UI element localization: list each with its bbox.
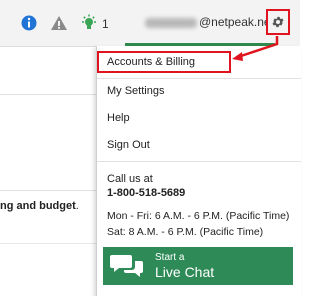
chat-button-label: Live Chat (155, 264, 215, 280)
content-divider (0, 243, 96, 244)
call-us-label: Call us at (107, 173, 153, 185)
support-hours-weekday: Mon - Fri: 6 A.M. - 6 P.M. (Pacific Time… (107, 210, 290, 222)
info-circle-icon[interactable] (20, 14, 38, 32)
lightbulb-icon[interactable] (80, 14, 98, 32)
menu-divider (97, 78, 301, 79)
user-email[interactable]: @netpeak.net (145, 15, 274, 29)
chat-button-caption: Start a (155, 252, 185, 263)
support-phone[interactable]: 1-800-518-5689 (107, 187, 185, 199)
blurred-username (145, 17, 197, 28)
content-divider (0, 94, 96, 95)
live-chat-button[interactable]: Start a Live Chat (103, 247, 293, 285)
user-email-domain: @netpeak.net (199, 15, 274, 29)
menu-item-my-settings[interactable]: My Settings (107, 85, 164, 97)
settings-button[interactable] (266, 9, 290, 35)
page-text-fragment: ng and budget. (0, 200, 79, 212)
menu-divider (97, 161, 301, 162)
menu-item-sign-out[interactable]: Sign Out (107, 139, 150, 151)
content-divider (0, 190, 96, 191)
top-header: 1 @netpeak.net (0, 0, 300, 47)
settings-dropdown-menu: Accounts & Billing My Settings Help Sign… (96, 46, 301, 296)
menu-item-accounts-billing[interactable]: Accounts & Billing (107, 56, 195, 68)
support-hours-saturday: Sat: 8 A.M. - 6 P.M. (Pacific Time) (107, 226, 264, 238)
notification-count: 1 (102, 17, 109, 31)
menu-item-help[interactable]: Help (107, 112, 130, 124)
warning-triangle-icon[interactable] (50, 14, 68, 32)
